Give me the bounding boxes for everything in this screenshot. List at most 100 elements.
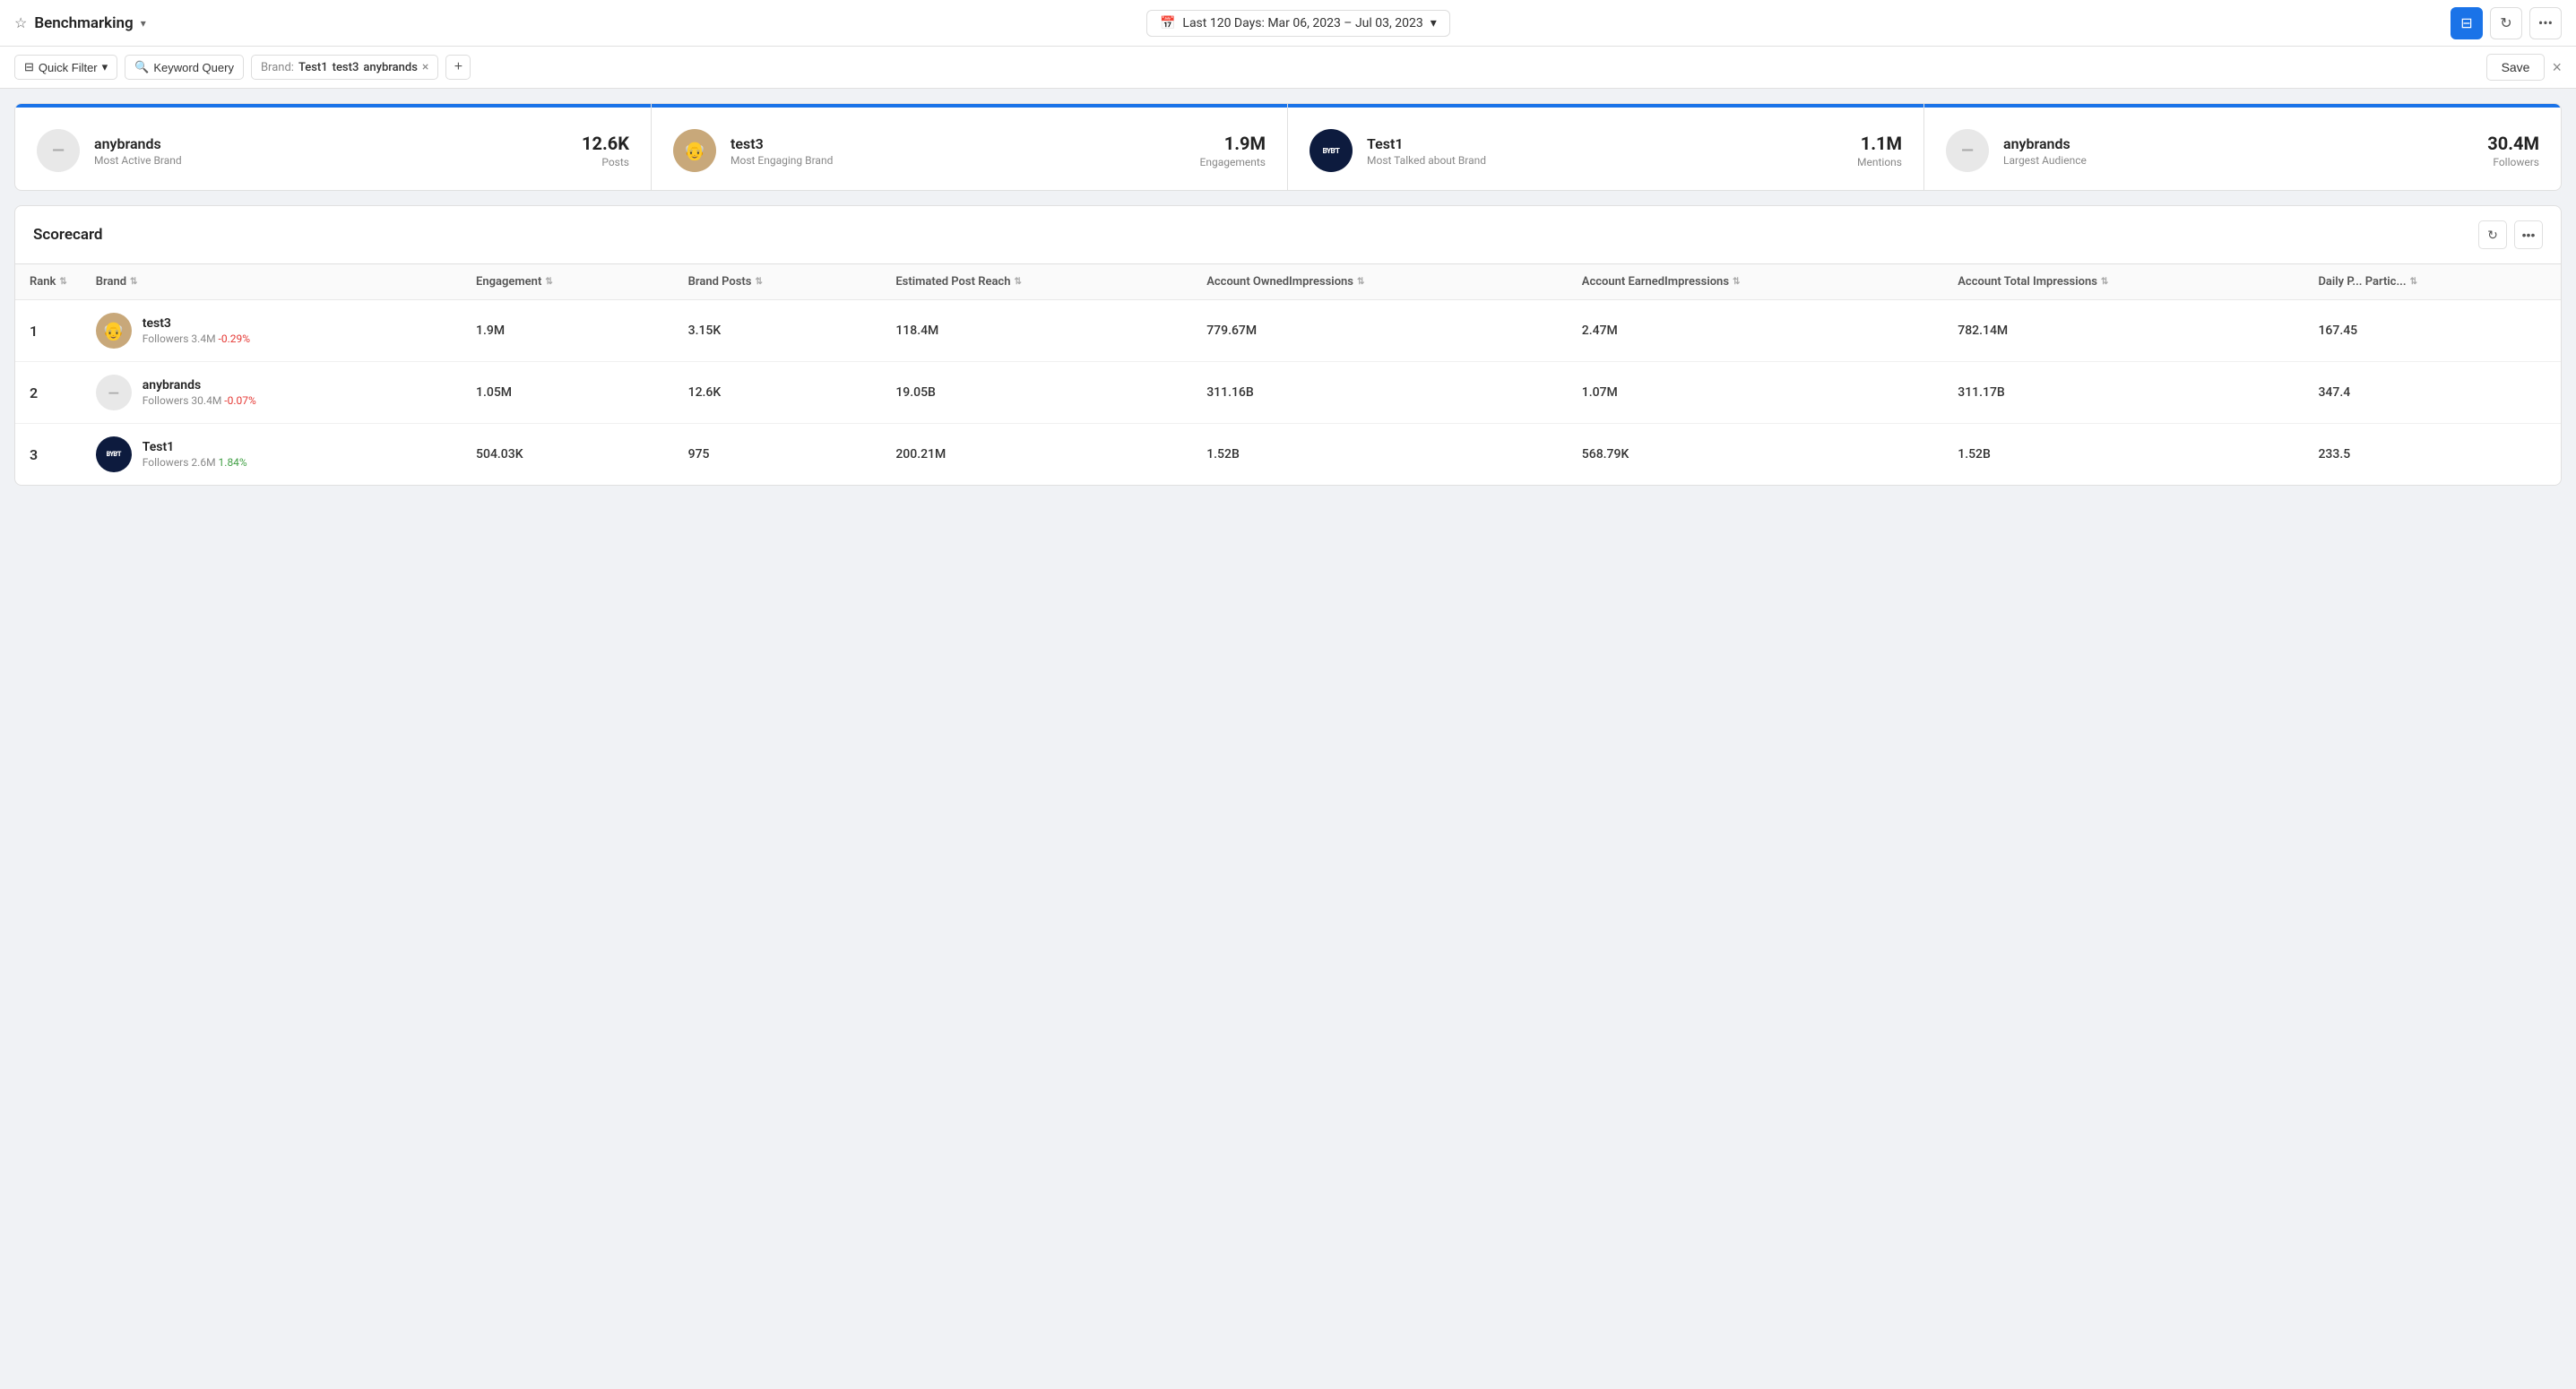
brand-info: anybrands Followers 30.4M -0.07% [143,378,256,407]
cell-owned_impressions: 779.67M [1192,300,1568,362]
cell-earned_impressions: 1.07M [1568,362,1943,424]
filter-bar: ⊟ Quick Filter ▾ 🔍 Keyword Query Brand: … [0,47,2576,89]
add-filter-button[interactable]: + [445,55,471,80]
cell-est_post_reach: 19.05B [881,362,1192,424]
brand-cell: BYB'T Test1 Followers 2.6M 1.84% [82,424,462,486]
card-info: Test1 Most Talked about Brand [1367,135,1843,167]
card-info: test3 Most Engaging Brand [730,135,1186,167]
card-avatar: — [37,129,80,172]
col-header-daily_partic[interactable]: Daily P... Partic...⇅ [2304,264,2561,300]
card-top-bar [15,104,651,108]
card-avatar: BYB'T [1310,129,1353,172]
brand-tag-close[interactable]: × [422,60,428,74]
col-label: Account OwnedImpressions [1206,275,1353,289]
refresh-button[interactable]: ↻ [2490,7,2522,39]
cell-engagement: 504.03K [462,424,674,486]
cell-daily_partic: 347.4 [2304,362,2561,424]
title-dropdown-icon[interactable]: ▾ [141,17,146,30]
cell-engagement: 1.9M [462,300,674,362]
cell-est_post_reach: 118.4M [881,300,1192,362]
save-button[interactable]: Save [2486,54,2546,81]
table-row: 3 BYB'T Test1 Followers 2.6M 1.84% 504.0… [15,424,2561,486]
card-top-bar [1924,104,2561,108]
brand-cell-inner: BYB'T Test1 Followers 2.6M 1.84% [96,436,447,472]
rank-cell: 1 [15,300,82,362]
sort-icon: ⇅ [755,277,762,287]
card-content: — anybrands Largest Audience 30.4M Follo… [1946,129,2539,172]
sort-icon: ⇅ [130,277,137,287]
filter-icon-button[interactable]: ⊟ [2451,7,2483,39]
rank-cell: 2 [15,362,82,424]
card-subtitle: Largest Audience [2003,154,2473,167]
date-range-label: Last 120 Days: Mar 06, 2023 – Jul 03, 20… [1182,16,1422,30]
brand-name: Test1 [143,440,247,454]
table-row: 2 — anybrands Followers 30.4M -0.07% 1.0… [15,362,2561,424]
col-header-total_impressions[interactable]: Account Total Impressions⇅ [1943,264,2304,300]
col-header-rank[interactable]: Rank⇅ [15,264,82,300]
col-label: Account EarnedImpressions [1582,275,1729,289]
summary-card-1: 👴 test3 Most Engaging Brand 1.9M Engagem… [652,104,1288,190]
table-row: 1 👴 test3 Followers 3.4M -0.29% 1.9M3.15… [15,300,2561,362]
rank-cell: 3 [15,424,82,486]
header-left: ☆ Benchmarking ▾ [14,14,146,32]
top-header: ☆ Benchmarking ▾ 📅 Last 120 Days: Mar 06… [0,0,2576,47]
cell-daily_partic: 167.45 [2304,300,2561,362]
brand-change: 1.84% [219,456,247,469]
scorecard-more-button[interactable]: ••• [2514,220,2543,249]
keyword-query-label: Keyword Query [153,61,234,74]
col-label: Account Total Impressions [1958,275,2097,289]
card-content: BYB'T Test1 Most Talked about Brand 1.1M… [1310,129,1902,172]
scorecard-actions: ↻ ••• [2478,220,2543,249]
filter-icon: ⊟ [24,60,34,74]
cell-brand_posts: 975 [674,424,882,486]
card-metric: Posts [582,156,629,168]
col-header-brand_posts[interactable]: Brand Posts⇅ [674,264,882,300]
sort-icon: ⇅ [2410,277,2417,287]
col-label: Engagement [476,275,541,289]
col-header-est_post_reach[interactable]: Estimated Post Reach⇅ [881,264,1192,300]
calendar-icon: 📅 [1160,16,1175,30]
search-icon: 🔍 [134,60,149,74]
brand-tag-label: Brand: [261,61,294,74]
col-label: Brand [96,275,126,289]
col-header-engagement[interactable]: Engagement ⇅ [462,264,674,300]
sort-icon: ⇅ [545,277,552,287]
brand-followers: Followers 2.6M 1.84% [143,456,247,469]
card-value: 30.4M [2487,133,2539,154]
summary-cards: — anybrands Most Active Brand 12.6K Post… [14,103,2562,191]
quick-filter-button[interactable]: ⊟ Quick Filter ▾ [14,55,117,80]
close-filter-button[interactable]: × [2552,58,2562,77]
card-value: 1.1M [1857,133,1902,154]
card-top-bar [652,104,1287,108]
col-label: Rank [30,275,56,289]
card-brand-name: Test1 [1367,135,1843,152]
more-options-button[interactable]: ••• [2529,7,2562,39]
col-header-earned_impressions[interactable]: Account EarnedImpressions⇅ [1568,264,1943,300]
col-header-owned_impressions[interactable]: Account OwnedImpressions ⇅ [1192,264,1568,300]
card-brand-name: test3 [730,135,1186,152]
cell-total_impressions: 1.52B [1943,424,2304,486]
sort-icon: ⇅ [59,277,66,287]
card-content: — anybrands Most Active Brand 12.6K Post… [37,129,629,172]
keyword-query-button[interactable]: 🔍 Keyword Query [125,55,244,80]
brand-name: test3 [143,316,250,331]
cell-total_impressions: 311.17B [1943,362,2304,424]
scorecard-refresh-button[interactable]: ↻ [2478,220,2507,249]
summary-card-2: BYB'T Test1 Most Talked about Brand 1.1M… [1288,104,1924,190]
star-icon[interactable]: ☆ [14,14,27,31]
brand-tag-test1: Test1 [298,61,328,74]
cell-brand_posts: 12.6K [674,362,882,424]
card-info: anybrands Most Active Brand [94,135,567,167]
col-label: Brand Posts [688,275,752,289]
card-content: 👴 test3 Most Engaging Brand 1.9M Engagem… [673,129,1266,172]
brand-tag-anybrands: anybrands [363,61,418,74]
card-value-section: 12.6K Posts [582,133,629,168]
scorecard-title: Scorecard [33,226,103,244]
col-header-brand[interactable]: Brand ⇅ [82,264,462,300]
card-metric: Engagements [1200,156,1266,168]
card-info: anybrands Largest Audience [2003,135,2473,167]
card-brand-name: anybrands [2003,135,2473,152]
sort-icon: ⇅ [1357,277,1364,287]
brand-change: -0.07% [224,394,256,407]
date-range-picker[interactable]: 📅 Last 120 Days: Mar 06, 2023 – Jul 03, … [1146,10,1450,37]
